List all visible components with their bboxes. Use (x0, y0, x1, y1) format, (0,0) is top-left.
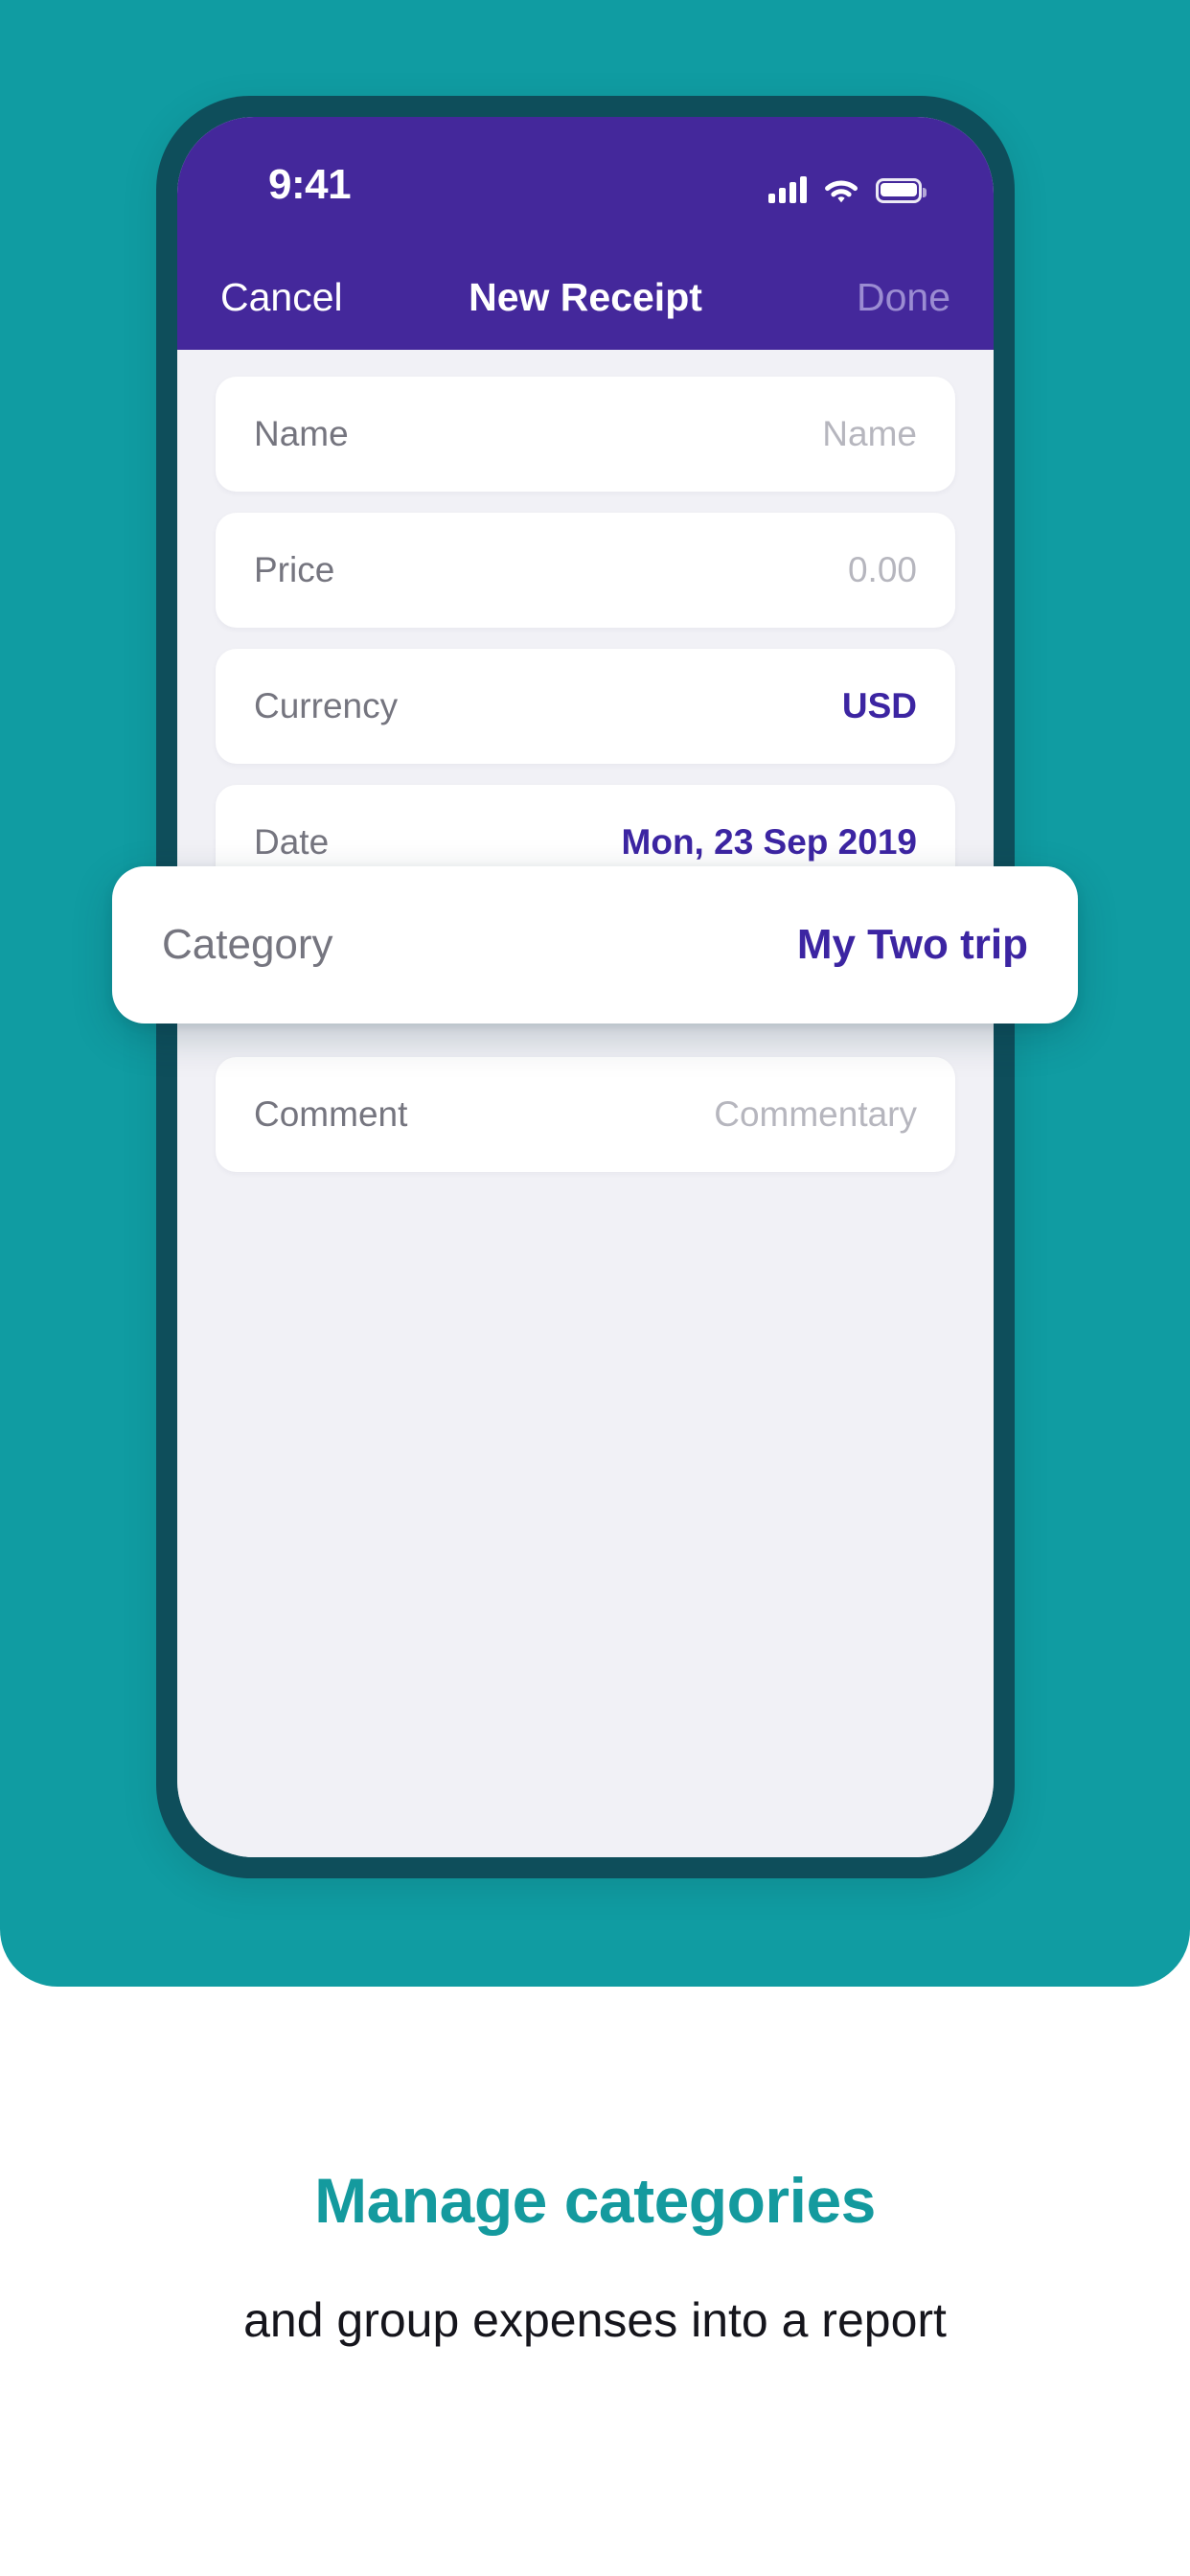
name-input[interactable]: Name (822, 377, 917, 492)
signal-icon (768, 176, 807, 203)
form-row-label: Comment (254, 1094, 408, 1134)
form-row-category[interactable]: Category My Two trip (112, 866, 1078, 1024)
navigation-bar: Cancel New Receipt Done (177, 249, 994, 350)
form-row-currency[interactable]: Currency USD (216, 649, 955, 764)
price-input[interactable]: 0.00 (848, 513, 917, 628)
form-row-label: Name (254, 414, 349, 453)
status-bar: 9:41 (177, 117, 994, 249)
caption-subhead: and group expenses into a report (243, 2293, 947, 2347)
wifi-icon (823, 176, 859, 203)
status-bar-clock: 9:41 (268, 161, 352, 208)
currency-value[interactable]: USD (842, 649, 917, 764)
status-bar-icons (768, 171, 927, 203)
comment-input[interactable]: Commentary (714, 1057, 917, 1172)
form-row-label: Currency (254, 686, 399, 725)
form-row-name[interactable]: Name Name (216, 377, 955, 492)
app-store-screenshot: 9:41 Cancel New Receipt Done Name Name P… (0, 0, 1190, 2576)
caption-headline: Manage categories (314, 2165, 876, 2236)
category-label: Category (162, 921, 333, 968)
category-value[interactable]: My Two trip (797, 866, 1028, 1024)
form-row-label: Price (254, 550, 335, 589)
receipt-form: Name Name Price 0.00 Currency USD Date M… (177, 350, 994, 1857)
done-button[interactable]: Done (857, 275, 950, 320)
form-row-comment[interactable]: Comment Commentary (216, 1057, 955, 1172)
form-row-price[interactable]: Price 0.00 (216, 513, 955, 628)
battery-icon (876, 178, 927, 203)
